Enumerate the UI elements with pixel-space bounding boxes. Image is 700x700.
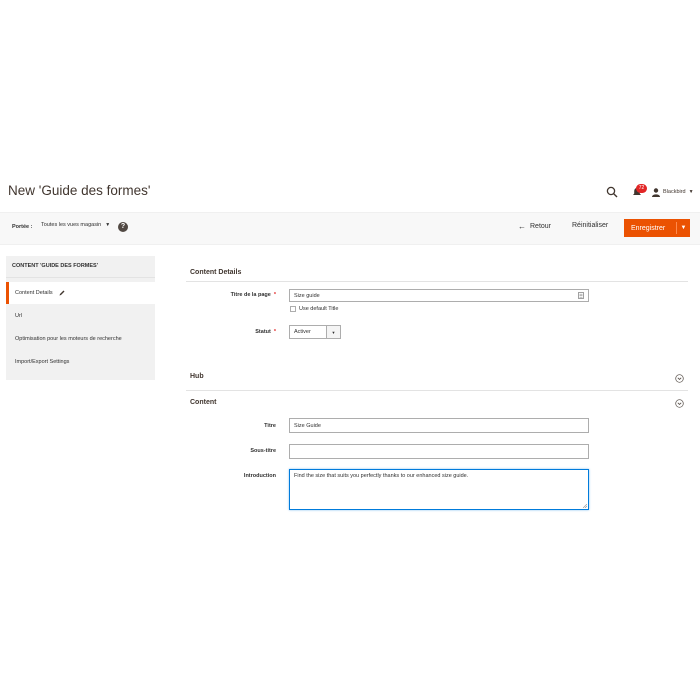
divider [186, 281, 688, 282]
sidebar-item-url[interactable]: Url [6, 305, 155, 327]
calculator-icon [578, 292, 584, 299]
chevron-down-icon: ▼ [105, 222, 111, 228]
sidebar-item-label: Import/Export Settings [15, 359, 70, 365]
checkbox-box[interactable] [290, 306, 296, 312]
user-icon [652, 187, 660, 197]
sidebar-item-label: Content Details [15, 290, 53, 296]
sidebar-item-seo[interactable]: Optimisation pour les moteurs de recherc… [6, 328, 155, 350]
section-title-content[interactable]: Content [190, 399, 216, 406]
save-label: Enregistrer [631, 224, 666, 232]
chevron-up-icon[interactable] [675, 399, 684, 408]
divider [6, 277, 155, 278]
resize-handle-icon[interactable] [583, 504, 587, 508]
subtitle-label: Sous-titre [250, 448, 276, 454]
scope-value: Toutes les vues magasin [41, 222, 102, 228]
titre-value: Size Guide [294, 422, 321, 429]
help-icon[interactable]: ? [118, 222, 128, 232]
sidebar-item-label: Url [15, 313, 23, 319]
page-title-input[interactable]: Size guide [289, 289, 589, 302]
scope-switcher[interactable]: Toutes les vues magasin ▼ [41, 222, 110, 228]
status-label: Statut * [255, 329, 276, 335]
notifications-button[interactable]: 72 [632, 184, 647, 198]
sidebar-item-import-export[interactable]: Import/Export Settings [6, 351, 155, 373]
arrow-left-icon: ← [518, 222, 526, 231]
page-title-label: Titre de la page * [230, 292, 276, 298]
sidebar-item-content-details[interactable]: Content Details [6, 282, 155, 304]
scope-label: Portée : [12, 224, 33, 230]
back-label: Retour [530, 223, 552, 230]
chevron-down-icon: ▼ [326, 326, 340, 338]
introduction-value: Find the size that suits you perfectly t… [294, 473, 469, 479]
search-icon[interactable] [606, 186, 618, 198]
chevron-down-icon: ▼ [688, 189, 694, 195]
status-select[interactable]: Activer ▼ [289, 325, 341, 339]
pencil-icon [59, 290, 65, 296]
sidebar-title: CONTENT 'GUIDE DES FORMES' [12, 263, 99, 269]
user-menu[interactable]: Blackbird ▼ [652, 187, 694, 197]
sidebar-item-label: Optimisation pour les moteurs de recherc… [15, 336, 122, 342]
chevron-down-icon[interactable] [675, 374, 684, 383]
page-title: New 'Guide des formes' [8, 183, 151, 198]
use-default-title-label: Use default Title [299, 306, 339, 312]
save-options-chevron-icon[interactable]: ▼ [677, 225, 690, 231]
subtitle-input[interactable] [289, 444, 589, 459]
section-title-hub[interactable]: Hub [190, 373, 204, 380]
section-title-content-details: Content Details [190, 269, 242, 276]
titre-label: Titre [264, 423, 276, 429]
divider [186, 390, 688, 391]
user-name: Blackbird [663, 189, 686, 195]
introduction-textarea[interactable]: Find the size that suits you perfectly t… [289, 469, 589, 510]
use-default-title-checkbox[interactable]: Use default Title [290, 306, 338, 312]
save-button[interactable]: Enregistrer ▼ [624, 219, 690, 237]
titre-input[interactable]: Size Guide [289, 418, 589, 433]
reset-button[interactable]: Réinitialiser [572, 222, 608, 229]
back-button[interactable]: ← Retour [518, 222, 551, 231]
page-title-value: Size guide [294, 292, 320, 299]
introduction-label: Introduction [243, 473, 276, 479]
status-value: Activer [294, 329, 311, 335]
notification-badge: 72 [636, 184, 647, 193]
